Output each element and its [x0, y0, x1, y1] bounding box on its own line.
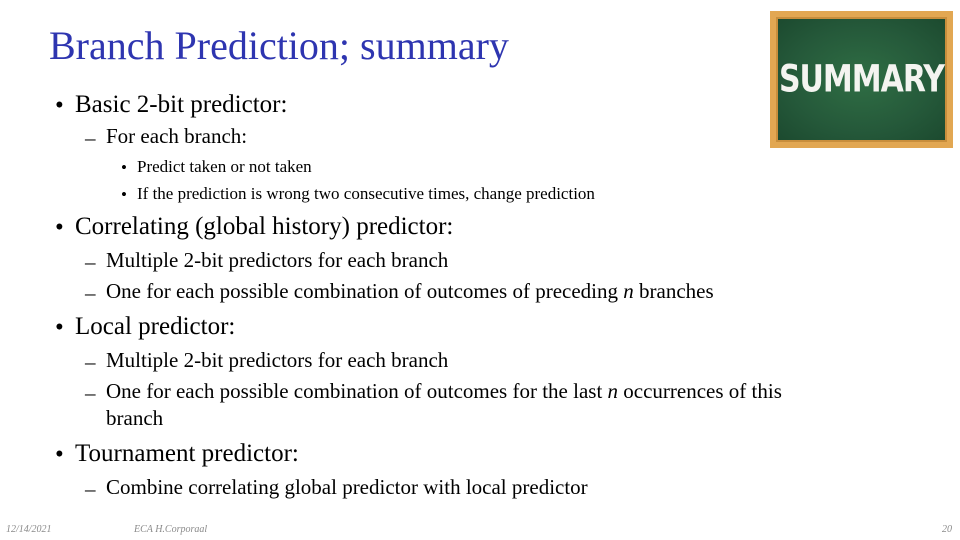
sub-bullet-multiple-predictors: Multiple 2-bit predictors for each branc… — [106, 248, 449, 272]
dash-marker: – — [85, 281, 96, 305]
bullet-basic-2bit: Basic 2-bit predictor: — [75, 91, 288, 118]
sub-sub-bullet-wrong-twice: If the prediction is wrong two consecuti… — [137, 184, 595, 203]
text-segment: One for each possible combination of out… — [106, 279, 624, 303]
bullet-local: Local predictor: — [75, 313, 236, 340]
sub-sub-bullet-predict: Predict taken or not taken — [137, 157, 312, 176]
chalkboard-icon: SUMMARY — [770, 11, 953, 148]
sub-bullet-combine: Combine correlating global predictor wit… — [106, 475, 588, 499]
bullet-marker: • — [121, 185, 127, 204]
bullet-marker: • — [55, 214, 64, 241]
bullet-marker: • — [55, 441, 64, 468]
dash-marker: – — [85, 126, 96, 150]
italic-n: n — [607, 379, 619, 403]
sub-bullet-for-each-branch: For each branch: — [106, 124, 248, 148]
text-segment: One for each possible combination of out… — [106, 379, 608, 403]
footer-date: 12/14/2021 — [6, 524, 52, 535]
bullet-tournament: Tournament predictor: — [75, 440, 299, 467]
dash-marker: – — [85, 250, 96, 274]
sub-bullet-combination-last: One for each possible combination of out… — [106, 381, 782, 402]
sub-bullet-continuation: branch — [106, 406, 164, 430]
chalkboard-text: SUMMARY — [778, 57, 945, 102]
dash-marker: – — [85, 381, 96, 405]
bullet-marker: • — [121, 158, 127, 177]
dash-marker: – — [85, 350, 96, 374]
text-segment: occurrences of this — [618, 379, 782, 403]
italic-n: n — [623, 279, 634, 303]
slide-title: Branch Prediction; summary — [49, 23, 509, 68]
footer-author: ECA H.Corporaal — [134, 524, 208, 535]
bullet-marker: • — [55, 314, 64, 341]
bullet-marker: • — [55, 92, 64, 119]
bullet-correlating: Correlating (global history) predictor: — [75, 213, 454, 240]
slide-number: 20 — [942, 524, 952, 535]
text-segment: branches — [633, 279, 714, 303]
chalkboard-surface: SUMMARY — [776, 17, 947, 142]
sub-bullet-combination-preceding: One for each possible combination of out… — [106, 281, 714, 302]
dash-marker: – — [85, 477, 96, 501]
sub-bullet-multiple-predictors: Multiple 2-bit predictors for each branc… — [106, 348, 449, 372]
